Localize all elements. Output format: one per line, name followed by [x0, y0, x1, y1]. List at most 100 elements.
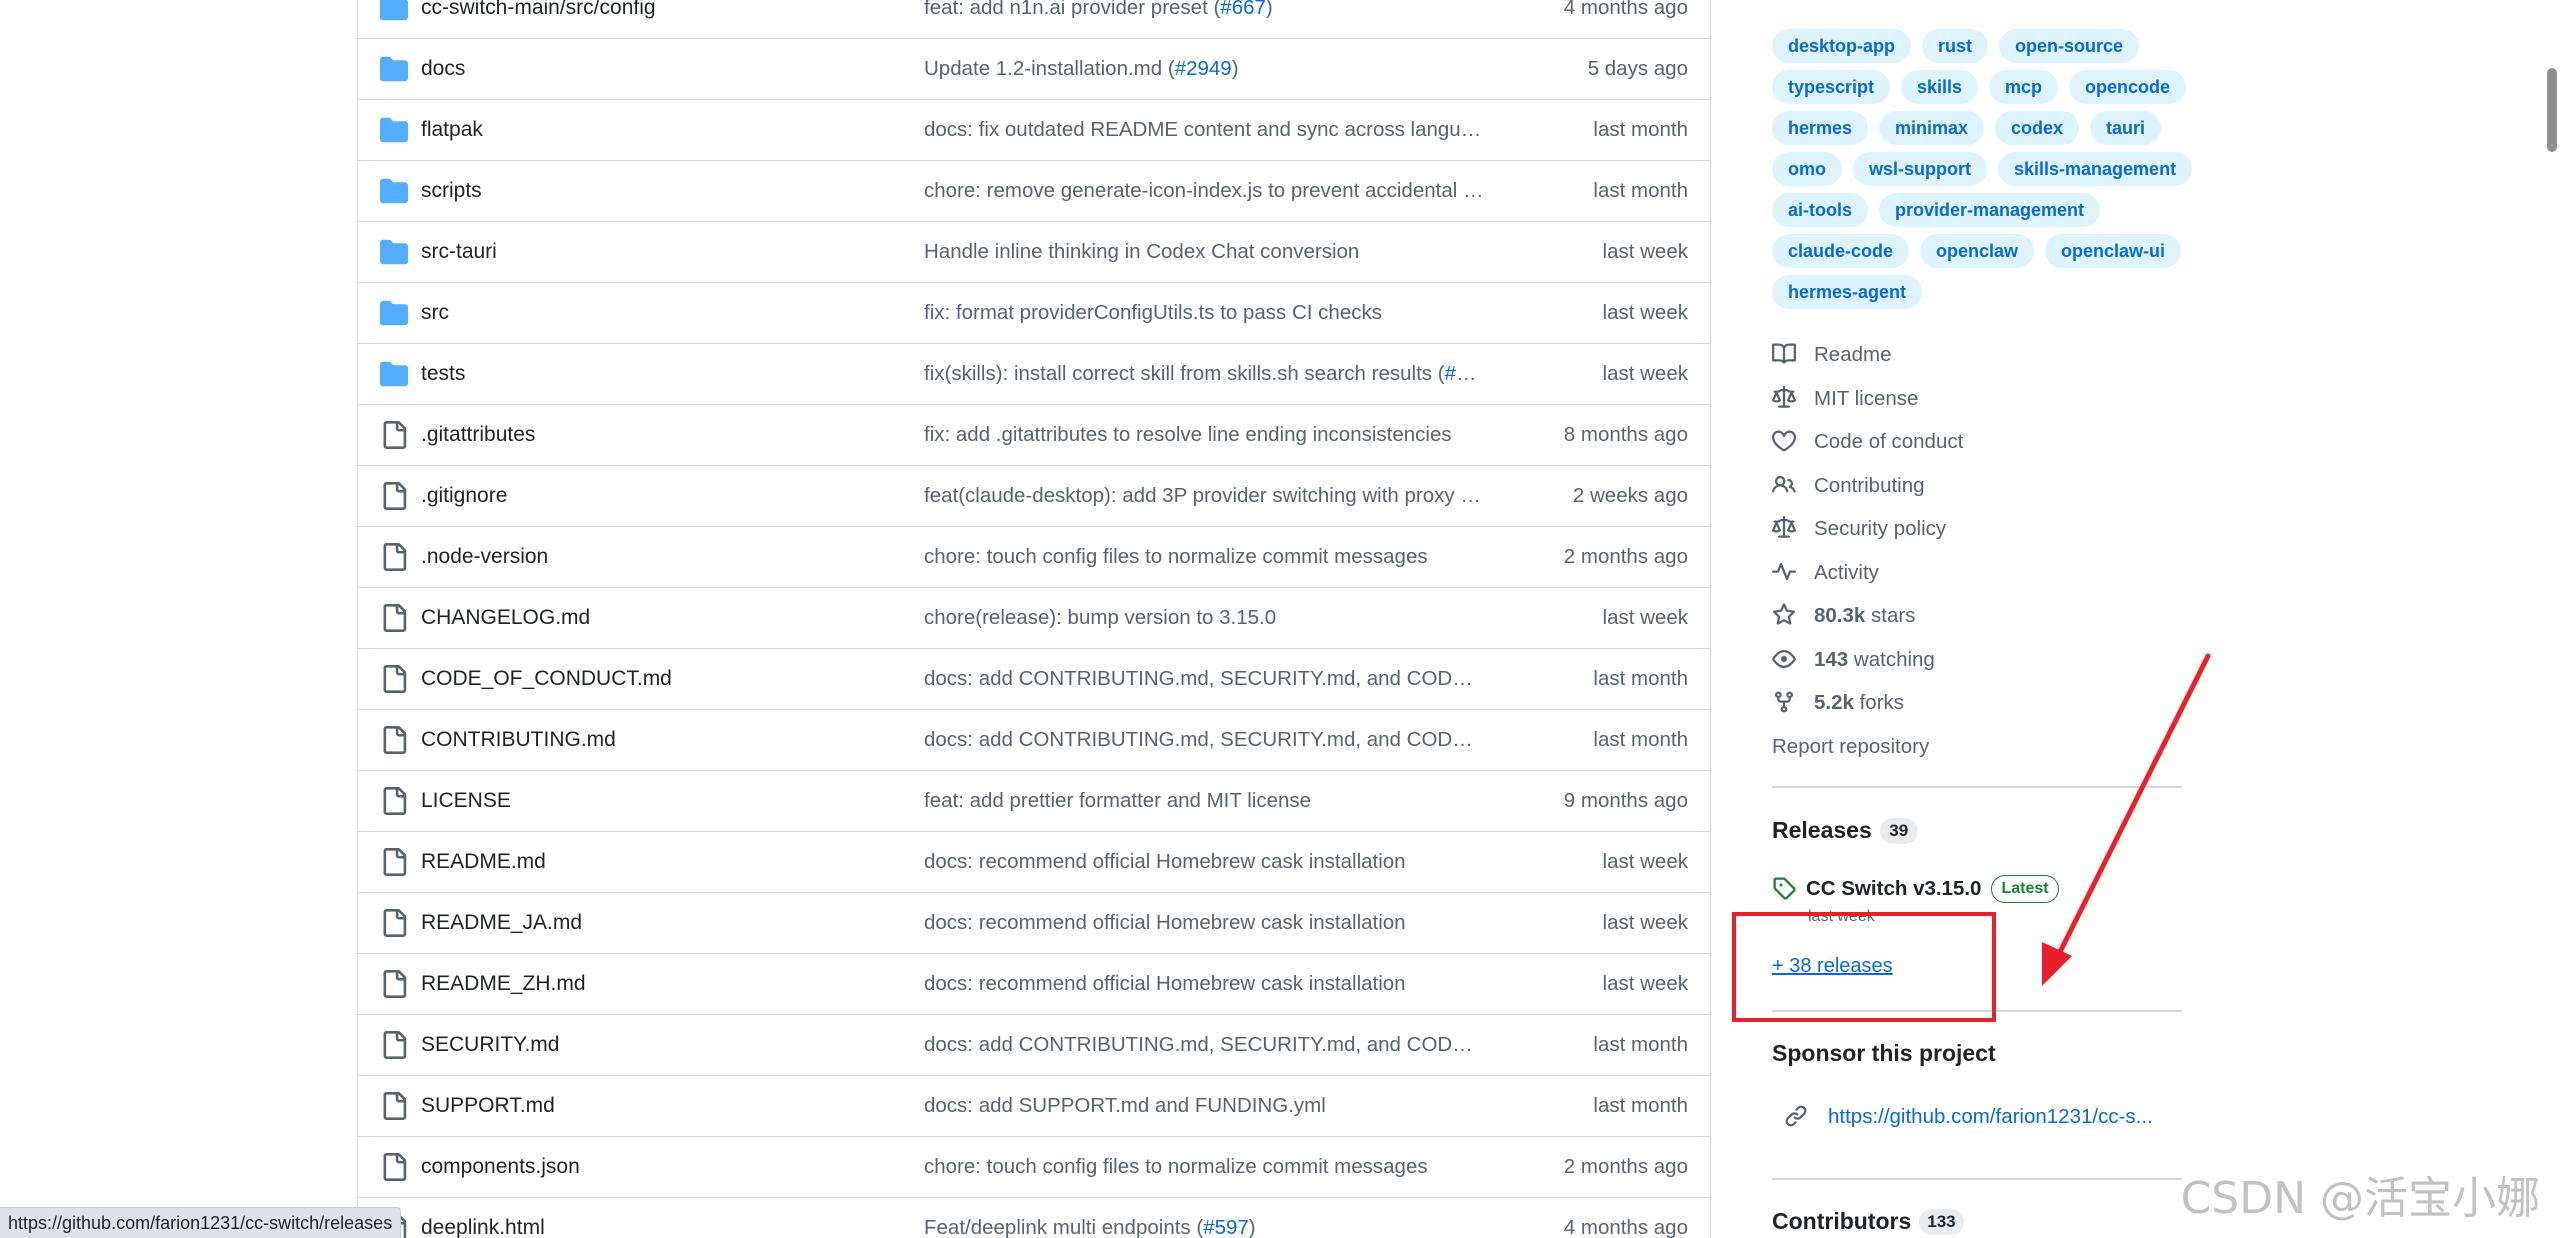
commit-message-link[interactable]: docs: add SUPPORT.md and FUNDING.yml	[924, 1076, 1484, 1136]
file-name-link[interactable]: CHANGELOG.md	[421, 588, 590, 648]
topic-mcp[interactable]: mcp	[1989, 70, 2059, 104]
commit-message-link[interactable]: fix: add .gitattributes to resolve line …	[924, 405, 1484, 465]
meta-activity[interactable]: Activity	[1772, 558, 1879, 588]
topic-desktop-app[interactable]: desktop-app	[1772, 29, 1912, 63]
meta-contributing[interactable]: Contributing	[1772, 471, 1925, 501]
file-row[interactable]: components.json chore: touch config files…	[358, 1137, 1710, 1198]
topic-openclaw-ui[interactable]: openclaw-ui	[2045, 234, 2182, 268]
commit-message-link[interactable]: feat(claude-desktop): add 3P provider sw…	[924, 466, 1484, 526]
topic-skills-management[interactable]: skills-management	[1998, 152, 2193, 186]
topic-omo[interactable]: omo	[1772, 152, 1842, 186]
file-name-link[interactable]: README.md	[421, 832, 546, 892]
commit-message-link[interactable]: chore: touch config files to normalize c…	[924, 1137, 1484, 1197]
commit-message-link[interactable]: docs: fix outdated README content and sy…	[924, 100, 1484, 160]
meta-security-policy[interactable]: Security policy	[1772, 514, 1946, 544]
topic-provider-management[interactable]: provider-management	[1879, 193, 2101, 227]
file-name-link[interactable]: scripts	[421, 161, 482, 221]
file-row[interactable]: src fix: format providerConfigUtils.ts to…	[358, 283, 1710, 344]
commit-message-link[interactable]: fix: format providerConfigUtils.ts to pa…	[924, 283, 1484, 343]
commit-message-link[interactable]: chore: touch config files to normalize c…	[924, 527, 1484, 587]
pull-request-link[interactable]: #667	[1220, 0, 1266, 19]
meta-mit-license[interactable]: MIT license	[1772, 384, 1918, 414]
file-name-link[interactable]: CONTRIBUTING.md	[421, 710, 616, 770]
file-row[interactable]: LICENSE feat: add prettier formatter and …	[358, 771, 1710, 832]
file-row[interactable]: .node-version chore: touch config files t…	[358, 527, 1710, 588]
commit-message-link[interactable]: feat: add prettier formatter and MIT lic…	[924, 771, 1484, 831]
topic-tauri[interactable]: tauri	[2090, 111, 2162, 145]
topic-open-source[interactable]: open-source	[1999, 29, 2140, 63]
scrollbar-thumb[interactable]	[2547, 68, 2557, 152]
commit-message-link[interactable]: docs: add CONTRIBUTING.md, SECURITY.md, …	[924, 1015, 1484, 1075]
file-row[interactable]: deeplink.html Feat/deeplink multi endpoin…	[358, 1198, 1710, 1238]
file-row[interactable]: scripts chore: remove generate-icon-index…	[358, 161, 1710, 222]
file-row[interactable]: CODE_OF_CONDUCT.md docs: add CONTRIBUTING…	[358, 649, 1710, 710]
meta-stars[interactable]: 80.3k stars	[1772, 601, 1915, 631]
commit-message-link[interactable]: chore: remove generate-icon-index.js to …	[924, 161, 1484, 221]
topic-ai-tools[interactable]: ai-tools	[1772, 193, 1869, 227]
commit-message-link[interactable]: docs: add CONTRIBUTING.md, SECURITY.md, …	[924, 649, 1484, 709]
commit-message-link[interactable]: fix(skills): install correct skill from …	[924, 344, 1484, 404]
file-row[interactable]: SUPPORT.md docs: add SUPPORT.md and FUNDI…	[358, 1076, 1710, 1137]
file-name-link[interactable]: flatpak	[421, 100, 483, 160]
file-name-link[interactable]: components.json	[421, 1137, 580, 1197]
sponsor-link-row[interactable]: https://github.com/farion1231/cc-s...	[1784, 1104, 2153, 1129]
file-name-link[interactable]: src-tauri	[421, 222, 497, 282]
meta-watching[interactable]: 143 watching	[1772, 645, 1935, 675]
file-name-link[interactable]: tests	[421, 344, 465, 404]
topic-opencode[interactable]: opencode	[2069, 70, 2187, 104]
file-row[interactable]: README_JA.md docs: recommend official Hom…	[358, 893, 1710, 954]
commit-message-link[interactable]: docs: recommend official Homebrew cask i…	[924, 832, 1484, 892]
file-name-link[interactable]: LICENSE	[421, 771, 511, 831]
file-name-link[interactable]: SECURITY.md	[421, 1015, 559, 1075]
file-name-link[interactable]: cc-switch-main/src/config	[421, 0, 656, 38]
file-row[interactable]: .gitattributes fix: add .gitattributes to…	[358, 405, 1710, 466]
commit-message-link[interactable]: Feat/deeplink multi endpoints (#597)	[924, 1198, 1484, 1238]
file-name-link[interactable]: .node-version	[421, 527, 548, 587]
file-name-link[interactable]: README_ZH.md	[421, 954, 586, 1014]
meta-code-of-conduct[interactable]: Code of conduct	[1772, 427, 1963, 457]
file-name-link[interactable]: .gitignore	[421, 466, 507, 526]
commit-message-link[interactable]: docs: recommend official Homebrew cask i…	[924, 893, 1484, 953]
topic-minimax[interactable]: minimax	[1879, 111, 1985, 145]
commit-message-link[interactable]: feat: add n1n.ai provider preset (#667)	[924, 0, 1484, 38]
file-name-link[interactable]: README_JA.md	[421, 893, 582, 953]
contributors-heading[interactable]: Contributors 133	[1772, 1208, 1964, 1235]
file-row[interactable]: README_ZH.md docs: recommend official Hom…	[358, 954, 1710, 1015]
topic-codex[interactable]: codex	[1995, 111, 2080, 145]
file-row[interactable]: src-tauri Handle inline thinking in Codex…	[358, 222, 1710, 283]
file-name-link[interactable]: docs	[421, 39, 465, 99]
file-name-link[interactable]: SUPPORT.md	[421, 1076, 555, 1136]
file-row[interactable]: flatpak docs: fix outdated README content…	[358, 100, 1710, 161]
file-row[interactable]: README.md docs: recommend official Homebr…	[358, 832, 1710, 893]
report-repository-link[interactable]: Report repository	[1772, 732, 1929, 762]
file-name-link[interactable]: src	[421, 283, 449, 343]
latest-release[interactable]: CC Switch v3.15.0 Latest	[1772, 872, 2059, 906]
commit-message-link[interactable]: Update 1.2-installation.md (#2949)	[924, 39, 1484, 99]
topic-skills[interactable]: skills	[1901, 70, 1979, 104]
commit-message-link[interactable]: chore(release): bump version to 3.15.0	[924, 588, 1484, 648]
topic-wsl-support[interactable]: wsl-support	[1853, 152, 1987, 186]
commit-message-link[interactable]: Handle inline thinking in Codex Chat con…	[924, 222, 1484, 282]
topic-claude-code[interactable]: claude-code	[1772, 234, 1910, 268]
file-row[interactable]: tests fix(skills): install correct skill …	[358, 344, 1710, 405]
file-row[interactable]: docs Update 1.2-installation.md (#2949) 5 …	[358, 39, 1710, 100]
file-row[interactable]: cc-switch-main/src/config feat: add n1n.a…	[358, 0, 1710, 39]
commit-message-link[interactable]: docs: add CONTRIBUTING.md, SECURITY.md, …	[924, 710, 1484, 770]
file-name-link[interactable]: CODE_OF_CONDUCT.md	[421, 649, 672, 709]
releases-heading[interactable]: Releases 39	[1772, 817, 1918, 844]
topic-rust[interactable]: rust	[1922, 29, 1989, 63]
topic-hermes[interactable]: hermes	[1772, 111, 1869, 145]
file-row[interactable]: CHANGELOG.md chore(release): bump version…	[358, 588, 1710, 649]
commit-message-link[interactable]: docs: recommend official Homebrew cask i…	[924, 954, 1484, 1014]
file-name-link[interactable]: .gitattributes	[421, 405, 535, 465]
sponsor-link[interactable]: https://github.com/farion1231/cc-s...	[1828, 1105, 2153, 1128]
topic-typescript[interactable]: typescript	[1772, 70, 1891, 104]
topic-hermes-agent[interactable]: hermes-agent	[1772, 275, 1923, 309]
page-scrollbar[interactable]	[2542, 0, 2560, 1238]
pull-request-link[interactable]: #2784	[1445, 362, 1484, 385]
pull-request-link[interactable]: #597	[1203, 1216, 1249, 1238]
file-name-link[interactable]: deeplink.html	[421, 1198, 545, 1238]
file-row[interactable]: .gitignore feat(claude-desktop): add 3P p…	[358, 466, 1710, 527]
topic-openclaw[interactable]: openclaw	[1920, 234, 2035, 268]
file-row[interactable]: CONTRIBUTING.md docs: add CONTRIBUTING.md…	[358, 710, 1710, 771]
